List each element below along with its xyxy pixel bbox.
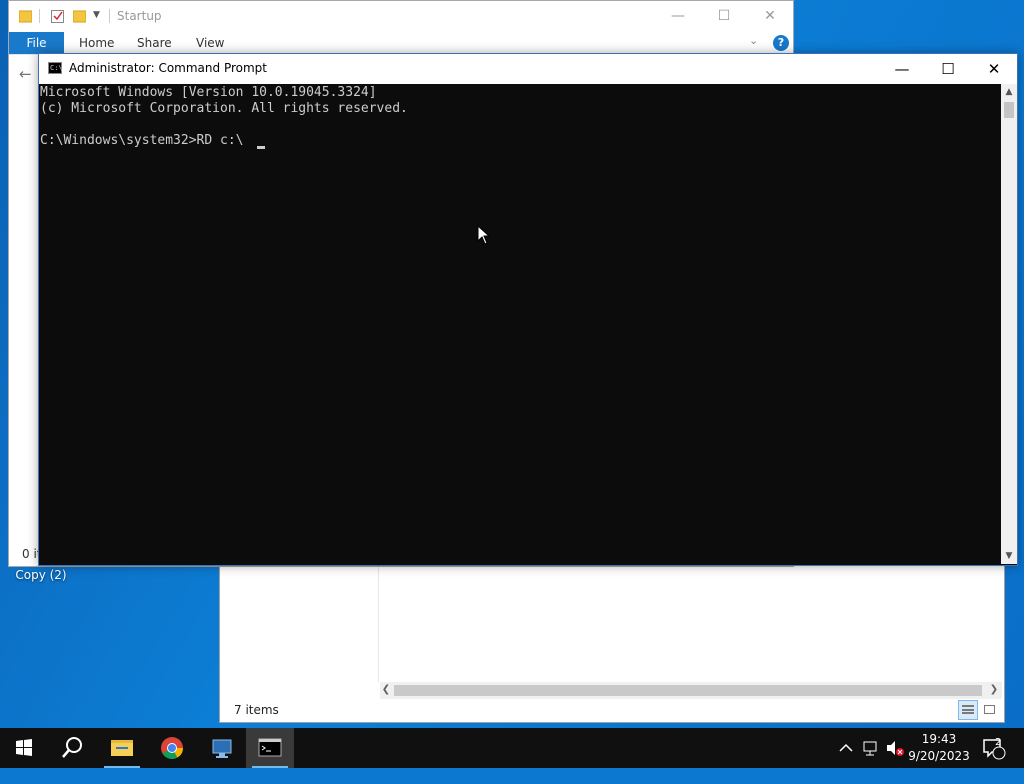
- terminal-icon: C:\: [48, 62, 63, 74]
- taskbar: 19:43 9/20/2023 2: [0, 728, 1024, 768]
- windows-logo-icon: [16, 739, 32, 756]
- help-button[interactable]: ?: [773, 35, 789, 51]
- minimize-button[interactable]: —: [655, 1, 701, 32]
- start-button[interactable]: [0, 728, 48, 768]
- close-button[interactable]: ✕: [747, 1, 793, 32]
- separator: [109, 9, 110, 23]
- command-prompt-window[interactable]: C:\ Administrator: Command Prompt — ☐ ✕ …: [38, 53, 1018, 566]
- show-hidden-icons-chevron-icon[interactable]: [836, 728, 856, 768]
- console-line: Microsoft Windows [Version 10.0.19045.33…: [40, 85, 377, 100]
- folder-icon: [111, 740, 133, 756]
- taskbar-chrome[interactable]: [148, 728, 196, 768]
- navigation-pane[interactable]: [220, 564, 379, 682]
- tab-home[interactable]: Home: [79, 32, 114, 54]
- close-button[interactable]: ✕: [971, 54, 1017, 84]
- large-icons-view-button[interactable]: [980, 700, 1000, 720]
- tab-view[interactable]: View: [196, 32, 224, 54]
- action-center-button[interactable]: 2: [978, 728, 1008, 768]
- volume-muted-icon[interactable]: [884, 728, 906, 768]
- ribbon-tabs: [9, 32, 793, 55]
- text-cursor: [257, 146, 265, 149]
- window-title: Startup: [117, 9, 162, 23]
- status-bar: 7 items: [220, 700, 1002, 721]
- network-icon[interactable]: [860, 728, 882, 768]
- scroll-left-arrow-icon[interactable]: ❮: [380, 684, 392, 696]
- tab-file[interactable]: File: [9, 32, 64, 54]
- taskbar-file-explorer[interactable]: [98, 728, 146, 768]
- scroll-thumb[interactable]: [1004, 102, 1014, 118]
- vertical-scrollbar[interactable]: ▲ ▼: [1001, 84, 1017, 564]
- item-count: 7 items: [234, 703, 279, 717]
- time: 19:43: [921, 732, 957, 746]
- back-arrow-icon[interactable]: ←: [19, 65, 32, 83]
- horizontal-scrollbar[interactable]: ❮ ❯: [380, 682, 1002, 699]
- notification-count: 2: [995, 737, 1002, 748]
- taskbar-command-prompt[interactable]: [246, 728, 294, 768]
- tab-share[interactable]: Share: [137, 32, 172, 54]
- terminal-icon: [258, 738, 282, 757]
- monitor-icon: [212, 739, 232, 758]
- window-title: Administrator: Command Prompt: [69, 61, 267, 75]
- taskbar-remote-desktop[interactable]: [198, 728, 246, 768]
- scroll-right-arrow-icon[interactable]: ❯: [988, 684, 1000, 696]
- console-output[interactable]: Microsoft Windows [Version 10.0.19045.33…: [40, 84, 1000, 564]
- notification-icon: [983, 739, 1006, 760]
- properties-icon[interactable]: [51, 9, 64, 23]
- separator: [39, 9, 40, 23]
- scroll-down-arrow-icon[interactable]: ▼: [1001, 548, 1017, 564]
- customize-toolbar-icon[interactable]: ▼: [93, 10, 100, 20]
- console-line: (c) Microsoft Corporation. All rights re…: [40, 101, 408, 116]
- desktop-icon-label[interactable]: Copy (2): [6, 568, 76, 582]
- explorer-window-back[interactable]: ❮ ❯ 7 items: [219, 563, 1005, 723]
- details-view-button[interactable]: [958, 700, 978, 720]
- scroll-up-arrow-icon[interactable]: ▲: [1001, 84, 1017, 100]
- new-folder-icon[interactable]: [72, 9, 87, 23]
- clock[interactable]: 19:43 9/20/2023: [904, 728, 974, 768]
- expand-ribbon-icon[interactable]: ⌄: [749, 34, 758, 47]
- folder-icon: [18, 9, 33, 23]
- command-line[interactable]: C:\Windows\system32>RD c:\: [40, 133, 251, 148]
- search-icon: [62, 737, 82, 758]
- chrome-icon: [161, 737, 183, 759]
- minimize-button[interactable]: —: [879, 54, 925, 84]
- search-button[interactable]: [48, 728, 96, 768]
- scroll-thumb[interactable]: [394, 685, 982, 696]
- date: 9/20/2023: [908, 749, 970, 763]
- maximize-button[interactable]: ☐: [701, 1, 747, 32]
- maximize-button[interactable]: ☐: [925, 54, 971, 84]
